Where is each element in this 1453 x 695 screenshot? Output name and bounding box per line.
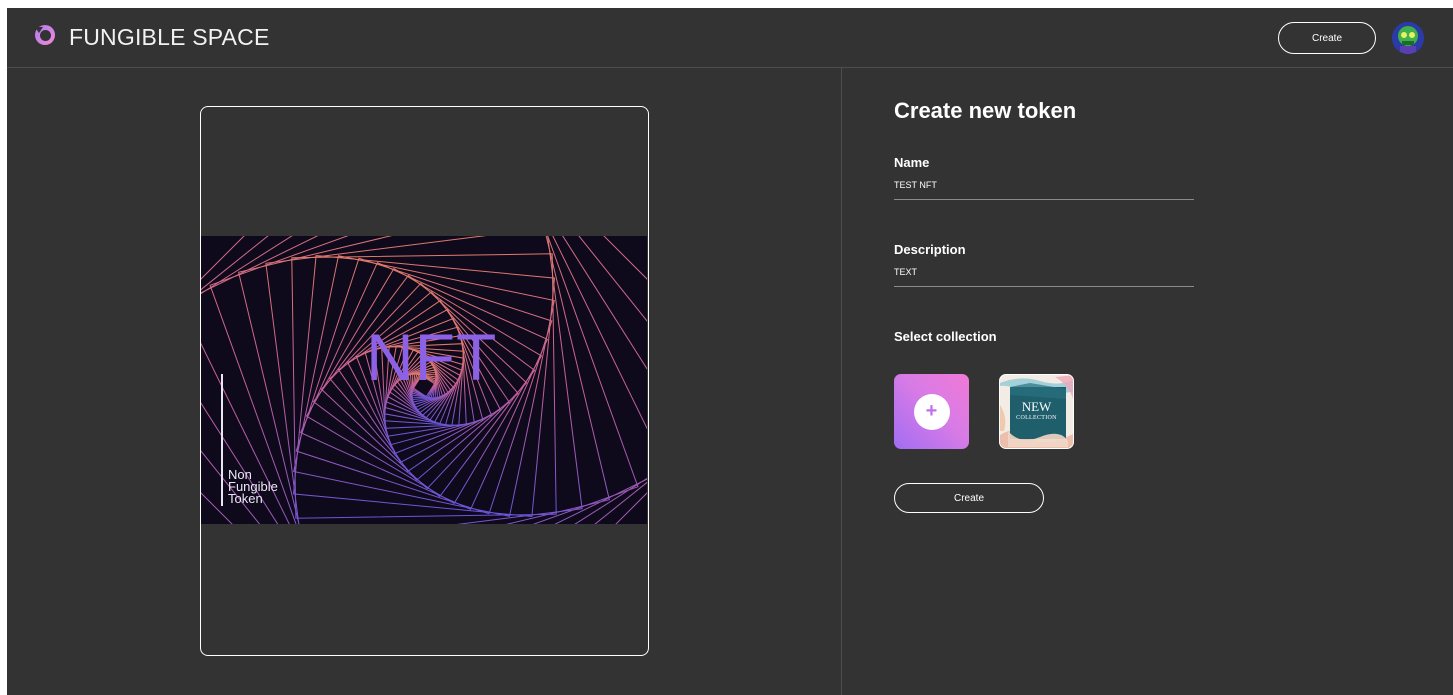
brand-name: FUNGIBLE SPACE (69, 24, 270, 50)
nft-image-subtitle: Non Fungible Token (228, 468, 278, 506)
name-field-underline (894, 199, 1194, 200)
collection-tile-title: NEW (1021, 399, 1052, 414)
collection-tile-subtitle: COLLECTION (1016, 415, 1057, 421)
header-create-button[interactable]: Create (1278, 22, 1376, 54)
select-collection-label: Select collection (894, 329, 997, 344)
description-label: Description (894, 242, 966, 257)
page-title: Create new token (894, 98, 1077, 123)
plus-icon: + (913, 393, 950, 430)
fungible-space-logo-icon (33, 23, 57, 52)
token-preview-frame: NFT Non Fungible Token (200, 106, 649, 656)
create-token-button[interactable]: Create (894, 483, 1044, 513)
name-field[interactable]: TEST NFT (894, 180, 937, 190)
nft-preview-image: NFT Non Fungible Token (201, 236, 647, 524)
panel-divider (841, 68, 842, 695)
nft-image-title: NFT (366, 320, 498, 394)
top-bar: FUNGIBLE SPACE Create (7, 8, 1453, 68)
brand-logo[interactable]: FUNGIBLE SPACE (33, 23, 269, 52)
nft-image-divider (221, 374, 223, 506)
nft-subtitle-line: Token (228, 491, 263, 506)
description-field-underline (894, 286, 1194, 287)
user-avatar-icon[interactable] (1392, 22, 1424, 54)
name-label: Name (894, 155, 930, 170)
collection-tile[interactable]: NEW COLLECTION (999, 374, 1074, 449)
app-window: FUNGIBLE SPACE Create NFT Non Fungible T… (7, 8, 1453, 695)
add-collection-button[interactable]: + (894, 374, 969, 449)
description-field[interactable]: TEXT (894, 267, 917, 277)
